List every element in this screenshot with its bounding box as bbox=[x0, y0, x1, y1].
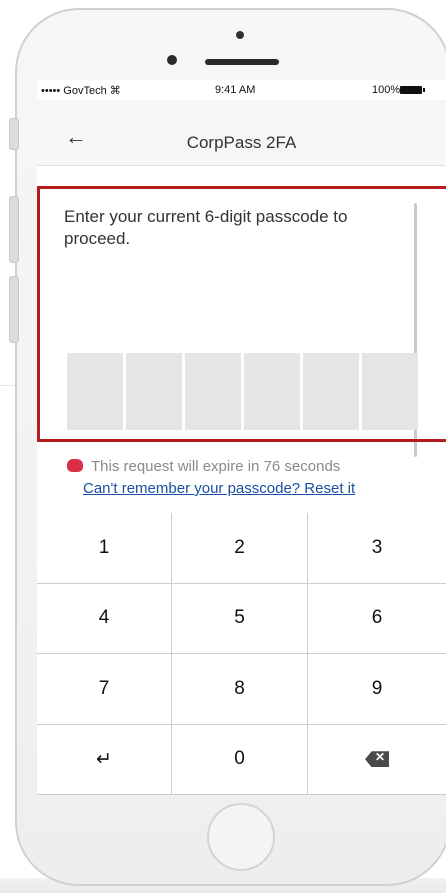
reset-passcode-link[interactable]: Can't remember your passcode? Reset it bbox=[83, 480, 355, 497]
battery-icon bbox=[400, 86, 422, 94]
status-time: 9:41 AM bbox=[215, 84, 256, 96]
front-camera bbox=[167, 55, 177, 65]
key-2[interactable]: 2 bbox=[172, 513, 307, 583]
nav-bar: ← CorpPass 2FA bbox=[37, 100, 446, 166]
mute-switch bbox=[9, 118, 19, 150]
highlight-box bbox=[37, 186, 446, 442]
numeric-keypad: 1 2 3 4 5 6 7 8 9 ↵ 0 ✕ bbox=[37, 513, 446, 795]
key-9[interactable]: 9 bbox=[308, 654, 446, 724]
page-title: CorpPass 2FA bbox=[186, 133, 297, 152]
return-key[interactable]: ↵ bbox=[37, 724, 171, 794]
backspace-icon: ✕ bbox=[365, 751, 389, 768]
key-6[interactable]: 6 bbox=[308, 583, 446, 653]
home-button[interactable] bbox=[207, 803, 275, 871]
expiry-text: This request will expire in 76 seconds bbox=[91, 458, 341, 475]
carrier-label: ••••• GovTech ⌘ bbox=[41, 85, 121, 97]
key-8[interactable]: 8 bbox=[172, 654, 307, 724]
expiry-notice: This request will expire in 76 seconds bbox=[67, 458, 340, 475]
delete-key[interactable]: ✕ bbox=[308, 724, 446, 794]
battery-tip-icon bbox=[423, 88, 425, 92]
key-0[interactable]: 0 bbox=[172, 724, 307, 794]
status-bar: ••••• GovTech ⌘ 9:41 AM 100% bbox=[37, 80, 446, 100]
key-5[interactable]: 5 bbox=[172, 583, 307, 653]
battery-percent: 100% bbox=[372, 84, 401, 96]
key-7[interactable]: 7 bbox=[37, 654, 171, 724]
key-4[interactable]: 4 bbox=[37, 583, 171, 653]
volume-up-button bbox=[9, 196, 19, 263]
warning-icon bbox=[67, 459, 83, 472]
key-1[interactable]: 1 bbox=[37, 513, 171, 583]
key-3[interactable]: 3 bbox=[308, 513, 446, 583]
earpiece-speaker bbox=[205, 59, 279, 65]
volume-down-button bbox=[9, 276, 19, 343]
proximity-sensor bbox=[236, 31, 244, 39]
